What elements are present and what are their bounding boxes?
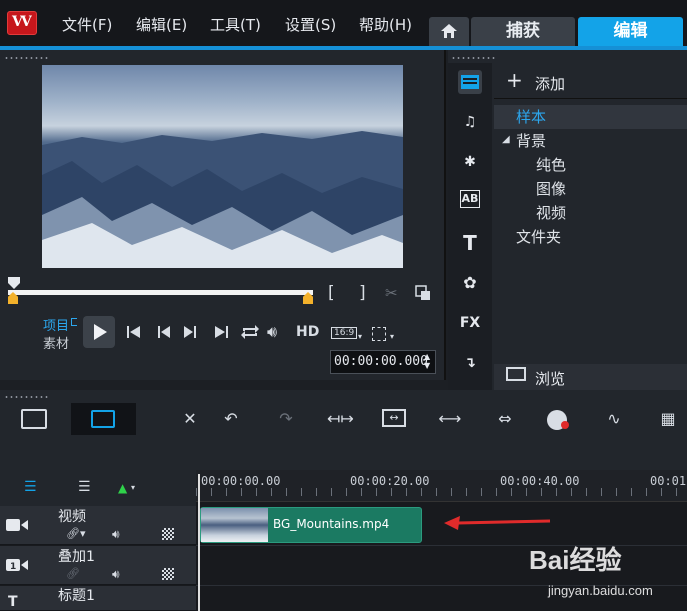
add-icon[interactable]: + [506, 68, 523, 92]
redo-icon[interactable]: ↷ [273, 409, 299, 431]
audio-icon[interactable]: ♫ [458, 110, 482, 134]
hd-toggle[interactable]: HD [296, 324, 319, 340]
text-t-icon[interactable]: T [458, 231, 482, 255]
title-track-icon: T [8, 594, 18, 610]
tree-item-folder[interactable]: 文件夹 [494, 225, 687, 249]
tree-item-image[interactable]: 图像 [494, 177, 687, 201]
grid-icon[interactable] [162, 568, 174, 580]
add-track-icon[interactable]: ☰ [78, 479, 91, 495]
aspect-ratio-button[interactable]: 16:9 [331, 327, 358, 339]
menu-settings[interactable]: 设置(S) [285, 14, 336, 35]
audio-mixer-icon[interactable]: ∿ [601, 409, 627, 431]
browse-button[interactable]: 浏览 [535, 368, 565, 389]
transition-icon[interactable]: ✱ [458, 150, 482, 174]
tree-item-solid-color[interactable]: 纯色 [494, 153, 687, 177]
overlay-track-icon: 1 [6, 558, 28, 576]
path-icon[interactable]: ↴ [458, 351, 482, 375]
library-grip [451, 56, 495, 60]
title-ab-icon[interactable]: AB [460, 190, 480, 208]
undo-icon[interactable]: ↶ [218, 409, 244, 431]
ruler-label-20: 00:00:20.00 [350, 474, 430, 488]
tree-item-video[interactable]: 视频 [494, 201, 687, 225]
tree-item-background[interactable]: 背景 [494, 129, 687, 153]
mark-in-icon[interactable]: [ [328, 283, 335, 303]
mode-bracket [71, 318, 77, 326]
track-manager-icon[interactable]: ☰ [24, 479, 37, 495]
ruler-ticks [196, 488, 687, 496]
link-icon[interactable]: 🔗︎▾ [66, 527, 86, 540]
repeat-icon[interactable] [240, 323, 260, 345]
menu-help[interactable]: 帮助(H) [359, 14, 412, 35]
mute-icon[interactable]: 🔊︎ [112, 567, 120, 582]
clip-mode-label[interactable]: 素材 [43, 333, 69, 352]
scrubber-handle[interactable] [8, 277, 20, 289]
timecode-stepper[interactable]: ▲ ▼ [424, 352, 430, 370]
multi-camera-icon[interactable]: ▦ [655, 409, 681, 431]
ruler-label-60: 00:01 [650, 474, 687, 488]
watermark-brand: Bai经验 [529, 545, 622, 575]
graphics-icon[interactable]: ✿ [458, 271, 482, 295]
fx-icon[interactable]: FX [458, 311, 482, 335]
menu-tools[interactable]: 工具(T) [210, 14, 261, 35]
ripple-dropdown-icon[interactable]: ▾ [131, 483, 135, 492]
next-frame-icon[interactable] [182, 324, 198, 344]
ruler-label-0: 00:00:00.00 [201, 474, 281, 488]
project-mode-label[interactable]: 项目 [43, 315, 69, 334]
tools-icon[interactable]: ✕ [177, 409, 203, 431]
record-dot [561, 421, 569, 429]
link-icon[interactable]: 🔗︎ [66, 567, 80, 580]
add-button[interactable]: 添加 [535, 73, 565, 94]
play-icon [94, 324, 107, 340]
timeline-grip [4, 395, 48, 399]
playhead[interactable] [198, 474, 200, 611]
library-divider [494, 98, 687, 99]
track-header-title[interactable] [0, 586, 196, 611]
scrubber-bar[interactable] [8, 290, 313, 295]
enlarge-icon[interactable] [415, 285, 431, 301]
home-icon [441, 24, 457, 38]
fit-window-icon[interactable]: ↔ [382, 409, 406, 427]
split-icon[interactable]: ⟷ [437, 409, 463, 431]
tab-home[interactable] [429, 17, 469, 46]
menu-edit[interactable]: 编辑(E) [136, 14, 187, 35]
annotation-arrow [440, 513, 552, 537]
app-logo: VV [7, 11, 37, 35]
ruler-label-40: 00:00:40.00 [500, 474, 580, 488]
clip-thumbnail [201, 508, 268, 542]
scissors-icon[interactable]: ✂ [385, 284, 398, 302]
play-button[interactable] [83, 316, 115, 348]
track-name-title: 标题1 [58, 588, 95, 604]
timeline-view-icon [91, 410, 115, 428]
media-library-icon[interactable] [458, 70, 482, 94]
fit-project-icon[interactable]: ↤↦ [327, 409, 354, 431]
browse-icon[interactable] [506, 367, 526, 381]
crop-icon[interactable] [372, 327, 386, 341]
tab-edit[interactable]: 编辑 [578, 17, 683, 46]
timecode-field[interactable]: 00:00:00.000 [330, 350, 436, 374]
watermark-url: jingyan.baidu.com [548, 583, 653, 598]
mountain-frame [42, 131, 403, 268]
mute-icon[interactable]: 🔊︎ [112, 527, 120, 542]
menu-file[interactable]: 文件(F) [62, 14, 112, 35]
track-name-overlay: 叠加1 [58, 549, 95, 565]
clip-name: BG_Mountains.mp4 [273, 517, 390, 531]
go-start-icon[interactable] [126, 324, 142, 344]
aspect-dropdown-icon[interactable]: ▾ [358, 332, 362, 341]
mark-out-icon[interactable]: ] [359, 283, 366, 303]
volume-icon[interactable]: 🔊︎ [267, 322, 277, 342]
video-preview [42, 65, 403, 268]
go-end-icon[interactable] [213, 324, 229, 344]
panel-grip [4, 56, 48, 60]
track-name-video: 视频 [58, 509, 86, 525]
track-height-icon[interactable]: ⇔ [492, 409, 518, 431]
prev-frame-icon[interactable] [156, 324, 172, 344]
video-track-icon [6, 518, 28, 536]
crop-dropdown-icon[interactable]: ▾ [390, 332, 394, 341]
tab-capture[interactable]: 捕获 [471, 17, 575, 46]
storyboard-view-icon[interactable] [21, 409, 47, 429]
tree-item-samples[interactable]: 样本 [494, 105, 687, 129]
svg-text:1: 1 [10, 562, 16, 572]
grid-icon[interactable] [162, 528, 174, 540]
ripple-edit-icon[interactable]: ▲ [118, 481, 127, 495]
